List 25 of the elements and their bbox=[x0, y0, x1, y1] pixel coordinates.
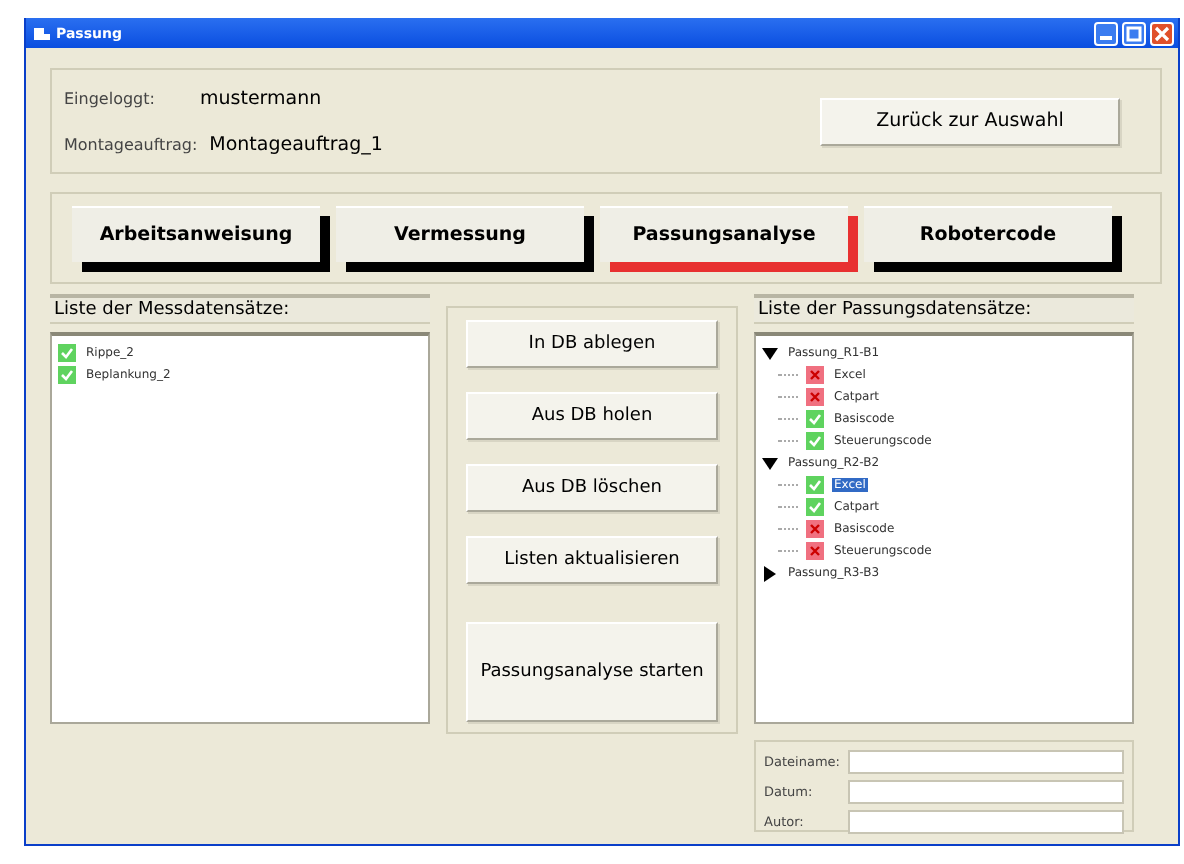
maximize-icon bbox=[1126, 25, 1142, 41]
action-button[interactable]: Passungsanalyse starten bbox=[466, 622, 718, 722]
action-button[interactable]: Aus DB löschen bbox=[466, 464, 718, 512]
list-title: Liste der Passungsdatensätze: bbox=[754, 294, 1134, 324]
text-field[interactable] bbox=[848, 750, 1124, 774]
list-title: Liste der Messdatensätze: bbox=[50, 294, 430, 324]
close-button[interactable] bbox=[1150, 21, 1174, 45]
order-value: Montageauftrag_1 bbox=[209, 133, 383, 155]
user-value: mustermann bbox=[200, 87, 322, 109]
maximize-button[interactable] bbox=[1122, 21, 1146, 45]
user-label: Eingeloggt: bbox=[64, 89, 157, 107]
back-button[interactable]: Zurück zur Auswahl bbox=[820, 97, 1120, 145]
collapse-triangle-icon[interactable] bbox=[762, 345, 778, 361]
action-button[interactable]: Aus DB holen bbox=[466, 392, 718, 440]
expand-triangle-icon[interactable] bbox=[762, 565, 778, 581]
app-icon bbox=[34, 27, 50, 39]
minimize-icon bbox=[1100, 35, 1112, 39]
action-button[interactable]: In DB ablegen bbox=[466, 320, 718, 368]
minimize-button[interactable] bbox=[1094, 21, 1118, 45]
text-field[interactable] bbox=[848, 810, 1124, 834]
action-button[interactable]: Listen aktualisieren bbox=[466, 536, 718, 584]
close-icon bbox=[1154, 25, 1170, 41]
collapse-triangle-icon[interactable] bbox=[762, 455, 778, 471]
order-label: Montageauftrag: bbox=[64, 135, 198, 153]
text-field[interactable] bbox=[848, 780, 1124, 804]
